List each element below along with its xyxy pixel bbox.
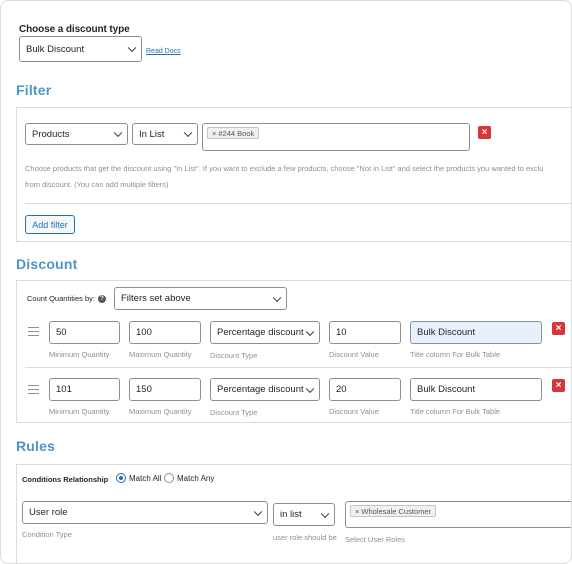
discount-type-row-select[interactable]: Percentage discount bbox=[210, 321, 320, 344]
filter-value-tag-label: #244 Book bbox=[218, 128, 255, 138]
count-quantities-label-wrap: Count Quantities by:? bbox=[27, 294, 106, 304]
rules-panel: Conditions Relationship Match All Match … bbox=[16, 464, 571, 563]
add-filter-button[interactable]: Add filter bbox=[25, 215, 75, 234]
filter-value-tag[interactable]: × #244 Book bbox=[207, 127, 260, 139]
condition-operator-value: in list bbox=[280, 509, 302, 520]
remove-filter-button[interactable]: × bbox=[478, 126, 491, 139]
discount-type-row-value: Percentage discount bbox=[217, 327, 304, 338]
user-role-tag-label: Wholesale Customer bbox=[361, 506, 431, 516]
max-quantity-label: Maximum Quantity bbox=[129, 407, 192, 416]
help-icon[interactable]: ? bbox=[97, 295, 106, 304]
chevron-down-icon bbox=[127, 43, 137, 53]
filter-section-title: Filter bbox=[16, 82, 52, 98]
match-all-option[interactable]: Match All bbox=[116, 473, 161, 483]
discount-value-input[interactable]: 20 bbox=[329, 378, 401, 401]
match-any-radio[interactable] bbox=[164, 473, 174, 483]
discount-value-label: Discount Value bbox=[329, 407, 379, 416]
count-quantities-value: Filters set above bbox=[121, 293, 191, 304]
match-any-label: Match Any bbox=[177, 473, 215, 483]
discount-rule-editor: Choose a discount type Bulk Discount Rea… bbox=[0, 0, 572, 564]
range-divider bbox=[25, 367, 571, 368]
discount-type-row-label: Discount Type bbox=[210, 351, 258, 360]
match-all-label: Match All bbox=[129, 473, 162, 483]
drag-handle-icon[interactable] bbox=[28, 385, 39, 394]
max-quantity-input[interactable]: 150 bbox=[129, 378, 201, 401]
chevron-down-icon bbox=[305, 384, 315, 393]
condition-operator-select[interactable]: in list bbox=[273, 503, 335, 526]
bulk-title-input[interactable]: Bulk Discount bbox=[410, 378, 542, 401]
discount-section-title: Discount bbox=[16, 256, 78, 272]
discount-value-label: Discount Value bbox=[329, 350, 379, 359]
bulk-title-input[interactable]: Bulk Discount bbox=[410, 321, 542, 344]
rules-section-title: Rules bbox=[16, 438, 56, 454]
bulk-title-label: Title column For Bulk Table bbox=[410, 350, 501, 359]
close-icon: × bbox=[555, 379, 562, 391]
condition-operator-label: user role should be bbox=[273, 533, 337, 542]
filter-hint-line1: Choose products that get the discount us… bbox=[25, 164, 544, 173]
chevron-down-icon bbox=[253, 507, 263, 516]
user-role-tag[interactable]: × Wholesale Customer bbox=[350, 505, 436, 517]
match-all-radio[interactable] bbox=[116, 473, 126, 483]
filter-method-select[interactable]: In List bbox=[132, 123, 198, 145]
count-quantities-select[interactable]: Filters set above bbox=[114, 287, 287, 310]
conditions-relationship-label: Conditions Relationship bbox=[22, 475, 109, 484]
min-quantity-input[interactable]: 50 bbox=[49, 321, 120, 344]
discount-value-input[interactable]: 10 bbox=[329, 321, 401, 344]
discount-type-select[interactable]: Bulk Discount bbox=[19, 36, 142, 62]
filter-values-input[interactable]: × #244 Book bbox=[202, 123, 470, 151]
filter-divider bbox=[25, 203, 571, 204]
filter-hint-line2: from discount. (You can add multiple fil… bbox=[25, 180, 169, 189]
tag-remove-icon[interactable]: × bbox=[355, 507, 359, 516]
min-quantity-input[interactable]: 101 bbox=[49, 378, 120, 401]
remove-range-button[interactable]: × bbox=[552, 322, 565, 335]
max-quantity-label: Maximum Quantity bbox=[129, 350, 192, 359]
user-roles-label: Select User Roles bbox=[345, 535, 406, 544]
discount-type-row-label: Discount Type bbox=[210, 408, 258, 417]
discount-panel: Count Quantities by:? Filters set above … bbox=[16, 280, 571, 423]
chevron-down-icon bbox=[305, 327, 315, 336]
filter-type-select[interactable]: Products bbox=[25, 123, 128, 145]
max-quantity-input[interactable]: 100 bbox=[129, 321, 201, 344]
remove-range-button[interactable]: × bbox=[552, 379, 565, 392]
filter-panel: Products In List × #244 Book × Choose pr… bbox=[16, 107, 571, 242]
bulk-title-label: Title column For Bulk Table bbox=[410, 407, 501, 416]
tag-remove-icon[interactable]: × bbox=[212, 129, 216, 138]
condition-type-label: Condition Type bbox=[22, 530, 72, 539]
filter-method-value: In List bbox=[139, 128, 165, 140]
chevron-down-icon bbox=[183, 128, 193, 138]
discount-type-row-select[interactable]: Percentage discount bbox=[210, 378, 320, 401]
min-quantity-label: Minimum Quantity bbox=[49, 350, 110, 359]
min-quantity-label: Minimum Quantity bbox=[49, 407, 110, 416]
chevron-down-icon bbox=[320, 509, 330, 518]
chevron-down-icon bbox=[272, 293, 282, 302]
filter-type-value: Products bbox=[32, 128, 70, 140]
chevron-down-icon bbox=[113, 128, 123, 138]
match-any-option[interactable]: Match Any bbox=[164, 473, 214, 483]
close-icon: × bbox=[481, 126, 488, 138]
user-roles-input[interactable]: × Wholesale Customer bbox=[345, 501, 571, 528]
close-icon: × bbox=[555, 322, 562, 334]
discount-type-value: Bulk Discount bbox=[26, 43, 85, 55]
discount-type-label: Choose a discount type bbox=[19, 24, 130, 35]
condition-type-select[interactable]: User role bbox=[22, 501, 268, 524]
condition-type-value: User role bbox=[29, 507, 68, 518]
drag-handle-icon[interactable] bbox=[28, 327, 39, 336]
discount-type-row-value: Percentage discount bbox=[217, 384, 304, 395]
read-docs-link[interactable]: Read Docs bbox=[146, 48, 181, 55]
count-quantities-label: Count Quantities by: bbox=[27, 294, 95, 303]
